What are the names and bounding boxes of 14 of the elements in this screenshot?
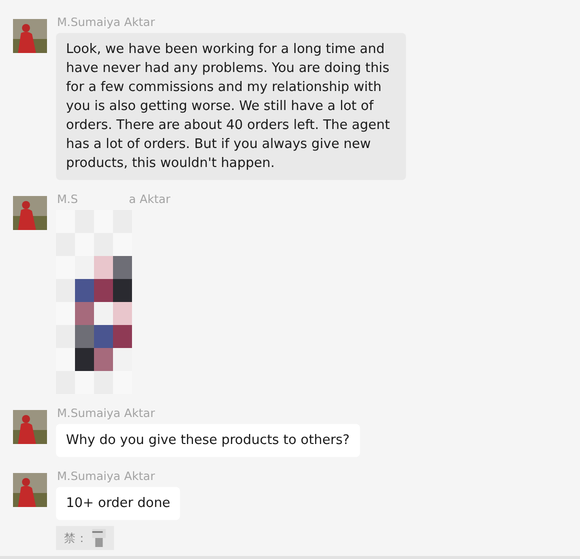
message-bubble: 10+ order done [56, 487, 180, 520]
avatar[interactable] [13, 196, 47, 230]
avatar[interactable] [13, 410, 47, 444]
sender-name: M.Sumaiya Aktar [56, 469, 155, 483]
message-bubble: Look, we have been working for a long time and have never had any problems. You are doing this for a few commissions and my relationship with you is also getting worse. We still have a lot of orders. There are about 40 orders left. The agent has a lot of orders. But if you always give new products, this wouldn't happen. [56, 33, 406, 180]
message-bubble: Why do you give these products to others? [56, 424, 360, 457]
sender-name: M.S [56, 192, 78, 206]
sender-name: a Aktar [128, 192, 170, 206]
sender-name: M.Sumaiya Aktar [56, 406, 155, 420]
avatar[interactable] [13, 19, 47, 53]
avatar[interactable] [13, 473, 47, 507]
sender-name: M.Sumaiya Aktar [56, 15, 155, 29]
thumbnail-icon [92, 529, 106, 547]
quoted-message[interactable]: 禁： [56, 526, 114, 550]
